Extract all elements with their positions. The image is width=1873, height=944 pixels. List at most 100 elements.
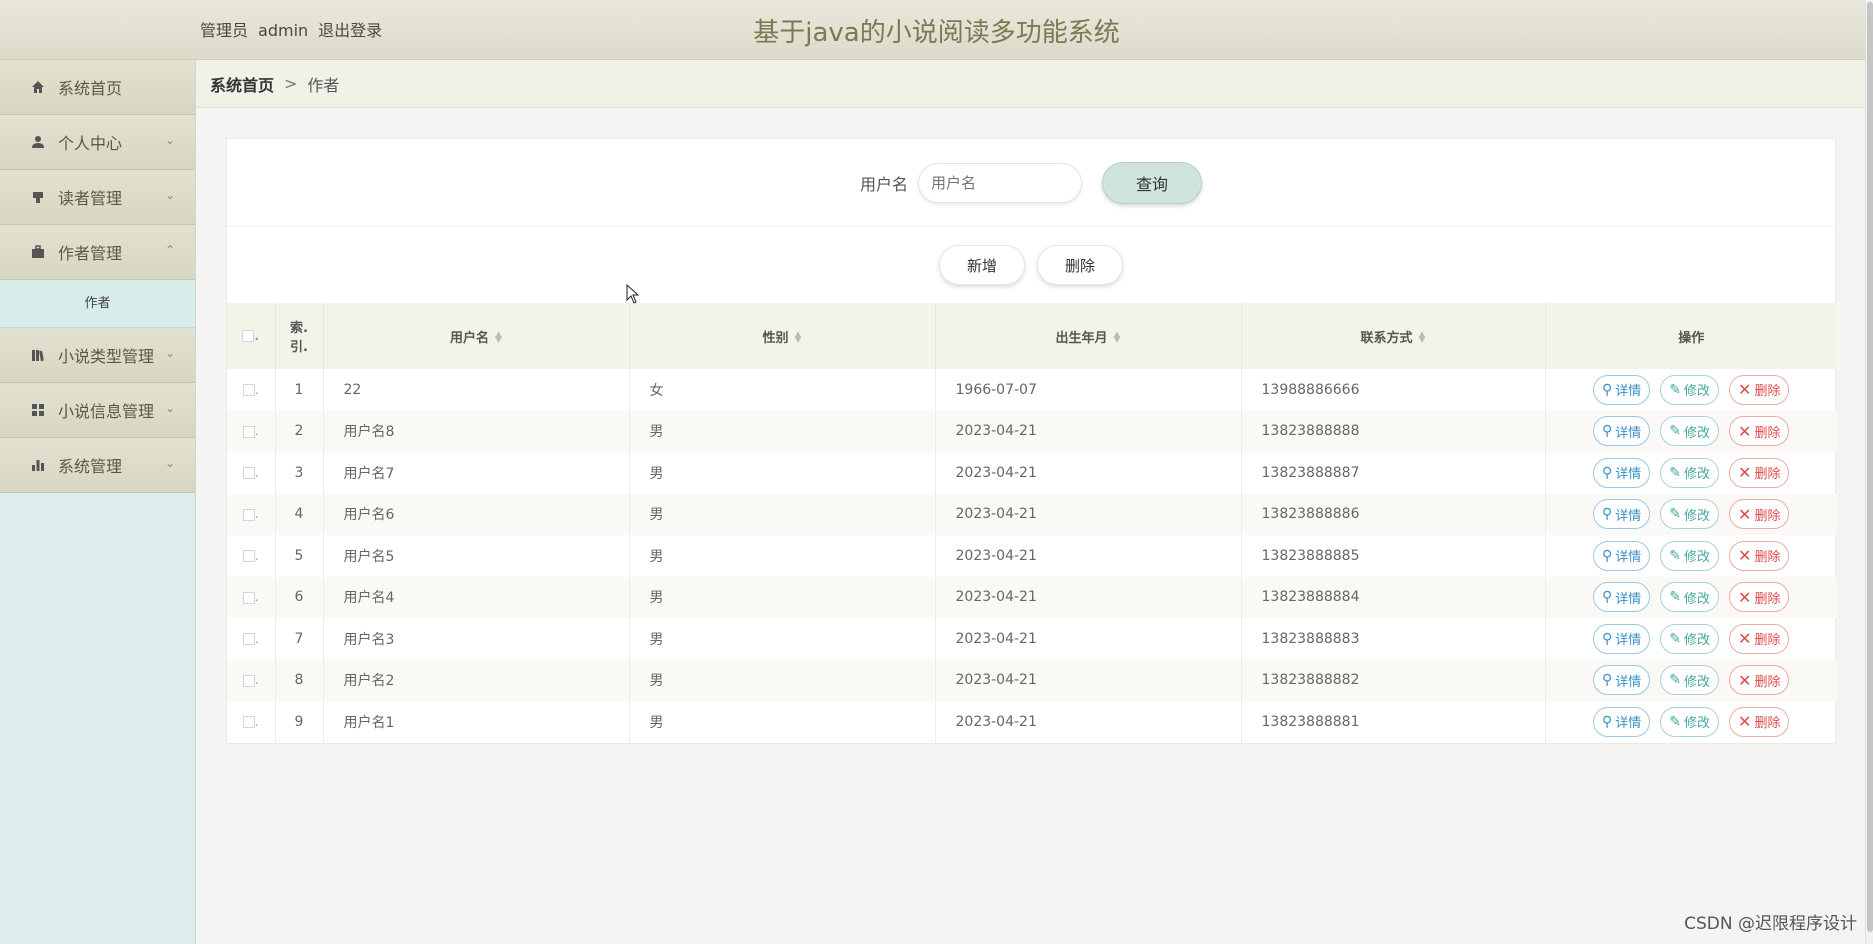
pencil-icon: ✎ — [1669, 381, 1682, 398]
chevron-down-icon: ⌄ — [164, 401, 175, 415]
author-table: . 索. 引. 用户名 ▲ ▼ 性别 ▲ ▼ 出生年月 ▲ ▼ 联系方式 ▲ ▼ 操作 . 1 2… — [227, 303, 1837, 743]
table-row[interactable]: . 8 用户名2 男 2023-04-21 13823888882 ⚲ 详情 ✎ 修… — [227, 659, 1837, 701]
sidebar-item-readers[interactable]: 读者管理 ⌄ — [0, 170, 195, 225]
username-header[interactable]: 用户名 ▲ ▼ — [323, 303, 630, 369]
sidebar-subitem-author[interactable]: 作者 — [0, 280, 195, 328]
row-contact: 13823888883 — [1241, 618, 1546, 660]
table-row[interactable]: . 5 用户名5 男 2023-04-21 13823888885 ⚲ 详情 ✎ 修… — [227, 535, 1837, 577]
search-icon: ⚲ — [1602, 464, 1613, 481]
detail-button[interactable]: ⚲ 详情 — [1593, 582, 1651, 613]
pencil-icon: ✎ — [1669, 713, 1682, 730]
sidebar-item-home[interactable]: 系统首页 — [0, 60, 195, 115]
row-checkbox[interactable] — [242, 716, 255, 729]
delete-label: 删除 — [1754, 550, 1781, 566]
delete-button[interactable]: ✕ 删除 — [1729, 457, 1790, 488]
delete-button[interactable]: ✕ 删除 — [1729, 582, 1790, 613]
sort-icon[interactable]: ▲ ▼ — [495, 331, 502, 345]
ops-header: 操作 — [1545, 303, 1837, 369]
gender-header[interactable]: 性别 ▲ ▼ — [629, 303, 936, 369]
row-username: 用户名7 — [323, 452, 630, 494]
detail-button[interactable]: ⚲ 详情 — [1593, 499, 1651, 530]
sidebar-item-label: 小说信息管理 — [58, 402, 155, 421]
edit-button[interactable]: ✎ 修改 — [1660, 457, 1720, 488]
row-username: 22 — [323, 369, 630, 411]
sidebar-item-system[interactable]: 系统管理 ⌄ — [0, 438, 195, 493]
action-bar: 新增 删除 — [227, 227, 1835, 303]
row-checkbox[interactable] — [242, 508, 255, 521]
table-row[interactable]: . 6 用户名4 男 2023-04-21 13823888884 ⚲ 详情 ✎ 修… — [227, 576, 1837, 618]
vertical-scrollbar[interactable] — [1865, 0, 1873, 944]
delete-button[interactable]: ✕ 删除 — [1729, 374, 1790, 405]
table-row[interactable]: . 4 用户名6 男 2023-04-21 13823888886 ⚲ 详情 ✎ 修… — [227, 493, 1837, 535]
edit-button[interactable]: ✎ 修改 — [1660, 623, 1720, 654]
search-icon: ⚲ — [1602, 630, 1613, 647]
delete-button[interactable]: ✕ 删除 — [1729, 623, 1790, 654]
detail-button[interactable]: ⚲ 详情 — [1593, 540, 1651, 571]
sort-icon[interactable]: ▲ ▼ — [1419, 331, 1426, 345]
detail-button[interactable]: ⚲ 详情 — [1593, 623, 1651, 654]
username-search-input[interactable] — [918, 162, 1082, 203]
table-row[interactable]: . 3 用户名7 男 2023-04-21 13823888887 ⚲ 详情 ✎ 修… — [227, 452, 1837, 494]
row-checkbox[interactable] — [242, 467, 255, 480]
edit-button[interactable]: ✎ 修改 — [1660, 499, 1720, 530]
row-username: 用户名3 — [323, 618, 630, 660]
detail-button[interactable]: ⚲ 详情 — [1593, 374, 1651, 405]
row-contact: 13823888882 — [1241, 659, 1546, 701]
delete-button[interactable]: ✕ 删除 — [1729, 665, 1790, 696]
scrollbar-thumb[interactable] — [1867, 2, 1873, 932]
table-row[interactable]: . 9 用户名1 男 2023-04-21 13823888881 ⚲ 详情 ✎ 修… — [227, 701, 1837, 743]
delete-button[interactable]: ✕ 删除 — [1729, 499, 1790, 530]
delete-button[interactable]: ✕ 删除 — [1729, 416, 1790, 447]
row-ops: ⚲ 详情 ✎ 修改 ✕ 删除 — [1545, 369, 1837, 411]
briefcase-icon — [30, 244, 46, 260]
table-row[interactable]: . 2 用户名8 男 2023-04-21 13823888888 ⚲ 详情 ✎ 修… — [227, 410, 1837, 452]
contact-header[interactable]: 联系方式 ▲ ▼ — [1241, 303, 1546, 369]
table-row[interactable]: . 1 22 女 1966-07-07 13988886666 ⚲ 详情 ✎ 修改 … — [227, 369, 1837, 411]
detail-button[interactable]: ⚲ 详情 — [1593, 416, 1651, 447]
row-checkbox[interactable] — [242, 425, 255, 438]
edit-button[interactable]: ✎ 修改 — [1660, 540, 1720, 571]
detail-button[interactable]: ⚲ 详情 — [1593, 457, 1651, 488]
row-index: 3 — [275, 452, 324, 494]
app-title-text: 基于java的小说阅读多功能系统 — [753, 18, 1120, 48]
sort-icon[interactable]: ▲ ▼ — [795, 331, 802, 345]
row-checkbox[interactable] — [242, 633, 255, 646]
birth-header[interactable]: 出生年月 ▲ ▼ — [935, 303, 1242, 369]
edit-button[interactable]: ✎ 修改 — [1660, 706, 1720, 737]
row-contact: 13823888886 — [1241, 493, 1546, 535]
row-checkbox[interactable] — [242, 550, 255, 563]
row-ops: ⚲ 详情 ✎ 修改 ✕ 删除 — [1545, 701, 1837, 743]
table-row[interactable]: . 7 用户名3 男 2023-04-21 13823888883 ⚲ 详情 ✎ 修… — [227, 618, 1837, 660]
reader-icon — [30, 189, 46, 205]
sidebar-item-profile[interactable]: 个人中心 ⌄ — [0, 115, 195, 170]
close-icon: ✕ — [1738, 504, 1752, 524]
select-all-checkbox[interactable] — [242, 330, 255, 342]
edit-button[interactable]: ✎ 修改 — [1660, 665, 1720, 696]
detail-button[interactable]: ⚲ 详情 — [1593, 706, 1651, 737]
sidebar-item-authors[interactable]: 作者管理 ⌃ — [0, 225, 195, 280]
query-button[interactable]: 查询 — [1102, 161, 1202, 204]
close-icon: ✕ — [1738, 587, 1752, 607]
row-checkbox-cell: . — [227, 618, 276, 660]
sidebar-item-novel-info[interactable]: 小说信息管理 ⌄ — [0, 383, 195, 438]
delete-button[interactable]: ✕ 删除 — [1729, 540, 1790, 571]
detail-button[interactable]: ⚲ 详情 — [1593, 665, 1651, 696]
edit-label: 修改 — [1684, 508, 1711, 524]
edit-button[interactable]: ✎ 修改 — [1660, 582, 1720, 613]
breadcrumb-home[interactable]: 系统首页 — [210, 72, 274, 96]
delete-button[interactable]: ✕ 删除 — [1729, 706, 1790, 737]
batch-delete-button[interactable]: 删除 — [1037, 245, 1123, 285]
row-checkbox-cell: . — [227, 659, 276, 701]
sort-icon[interactable]: ▲ ▼ — [1114, 331, 1121, 345]
add-button[interactable]: 新增 — [939, 245, 1025, 285]
row-checkbox[interactable] — [242, 384, 255, 397]
row-checkbox[interactable] — [242, 674, 255, 687]
detail-label: 详情 — [1615, 467, 1642, 483]
search-icon: ⚲ — [1602, 589, 1613, 606]
edit-button[interactable]: ✎ 修改 — [1660, 416, 1720, 447]
edit-button[interactable]: ✎ 修改 — [1660, 374, 1720, 405]
row-checkbox[interactable] — [242, 591, 255, 604]
sidebar-item-novel-types[interactable]: 小说类型管理 ⌄ — [0, 328, 195, 383]
row-gender: 男 — [629, 659, 936, 701]
row-birth: 2023-04-21 — [935, 535, 1242, 577]
